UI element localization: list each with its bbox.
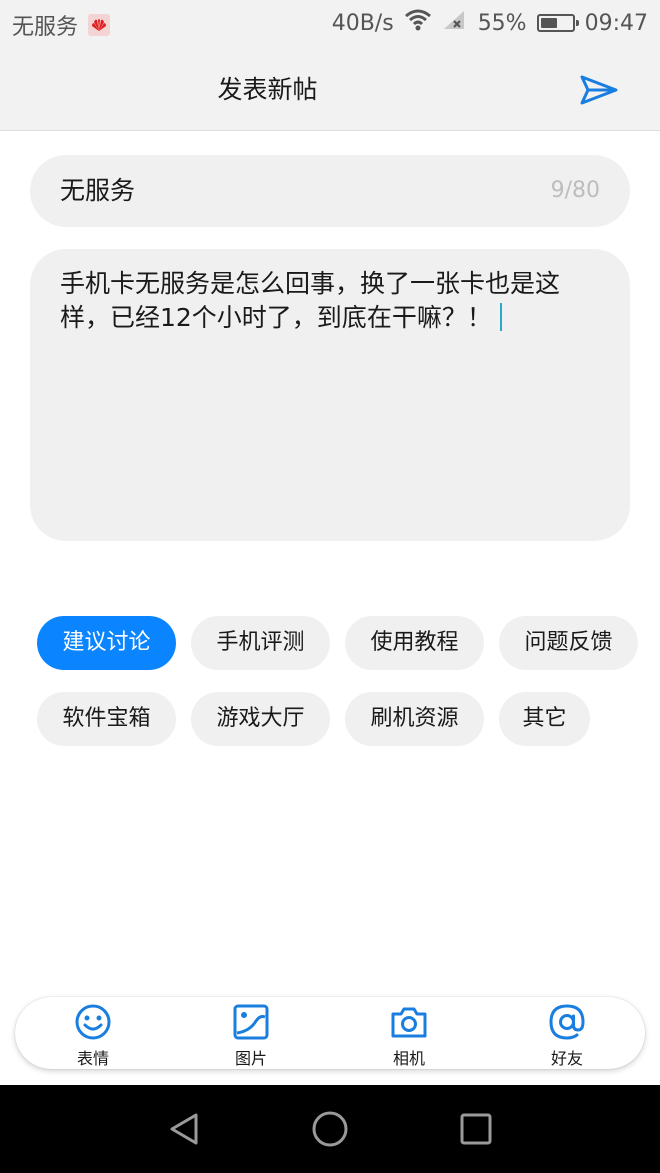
category-chip-label: 建议讨论 <box>62 630 151 655</box>
huawei-logo-icon <box>88 14 111 36</box>
emoji-button[interactable]: 表情 <box>38 997 148 1069</box>
home-button[interactable] <box>310 1109 350 1149</box>
category-chip[interactable]: 建议讨论 <box>37 616 176 670</box>
category-chip[interactable]: 手机评测 <box>191 616 330 670</box>
post-content-input[interactable]: 手机卡无服务是怎么回事，换了一张卡也是这样，已经12个小时了，到底在干嘛？！ <box>30 249 630 541</box>
post-title-value: 无服务 <box>60 176 136 205</box>
battery-percent: 55% <box>477 10 527 36</box>
image-button[interactable]: 图片 <box>196 997 306 1069</box>
category-chip-label: 刷机资源 <box>370 706 459 731</box>
text-caret <box>499 303 502 331</box>
signal-no-sim-icon <box>442 9 468 37</box>
friend-label: 好友 <box>550 1049 583 1068</box>
mention-friend-button[interactable]: 好友 <box>512 997 622 1069</box>
back-triangle-icon <box>170 1113 198 1145</box>
status-left: 无服务 <box>12 9 111 41</box>
post-content-text: 手机卡无服务是怎么回事，换了一张卡也是这样，已经12个小时了，到底在干嘛？！ <box>60 267 600 335</box>
category-chip-label: 游戏大厅 <box>216 706 305 731</box>
image-icon <box>233 1004 269 1040</box>
emoji-label: 表情 <box>76 1049 109 1068</box>
post-content-value: 手机卡无服务是怎么回事，换了一张卡也是这样，已经12个小时了，到底在干嘛？！ <box>60 269 561 332</box>
category-chip-label: 手机评测 <box>216 630 305 655</box>
battery-level-fill <box>540 18 558 28</box>
category-chip[interactable]: 使用教程 <box>345 616 484 670</box>
title-bar: 发表新帖 <box>0 50 660 131</box>
compose-toolbar: 表情 图片 相机 好友 <box>15 997 645 1069</box>
system-nav-bar <box>0 1085 660 1173</box>
category-chip-label: 其它 <box>522 706 567 731</box>
camera-button[interactable]: 相机 <box>354 997 464 1069</box>
post-title-input[interactable]: 无服务 9/80 <box>30 155 630 227</box>
back-button[interactable] <box>164 1109 204 1149</box>
camera-label: 相机 <box>392 1049 425 1068</box>
category-chip-label: 问题反馈 <box>524 630 613 655</box>
category-chip[interactable]: 刷机资源 <box>345 692 484 746</box>
category-chip[interactable]: 软件宝箱 <box>37 692 176 746</box>
category-chip-label: 使用教程 <box>370 630 459 655</box>
recents-square-icon <box>460 1113 492 1145</box>
image-label: 图片 <box>234 1049 267 1068</box>
carrier-text: 无服务 <box>12 15 79 40</box>
send-button[interactable] <box>578 70 620 110</box>
smiley-icon <box>75 1004 111 1040</box>
title-char-counter: 9/80 <box>550 178 600 203</box>
camera-icon <box>391 1007 427 1038</box>
category-chip[interactable]: 问题反馈 <box>499 616 638 670</box>
recents-button[interactable] <box>456 1109 496 1149</box>
clock: 09:47 <box>584 10 648 36</box>
network-speed: 40B/s <box>331 10 394 36</box>
at-sign-icon <box>549 1004 585 1040</box>
home-circle-icon <box>312 1111 348 1147</box>
category-chip[interactable]: 游戏大厅 <box>191 692 330 746</box>
battery-icon <box>536 14 579 32</box>
category-chip[interactable]: 其它 <box>499 692 590 746</box>
send-icon <box>580 75 618 105</box>
status-bar: 无服务 40B/s 55% 09:47 <box>0 0 660 50</box>
category-chip-label: 软件宝箱 <box>62 706 151 731</box>
page-title: 发表新帖 <box>217 75 318 104</box>
wifi-icon <box>404 9 432 37</box>
status-right: 40B/s 55% 09:47 <box>322 9 648 37</box>
